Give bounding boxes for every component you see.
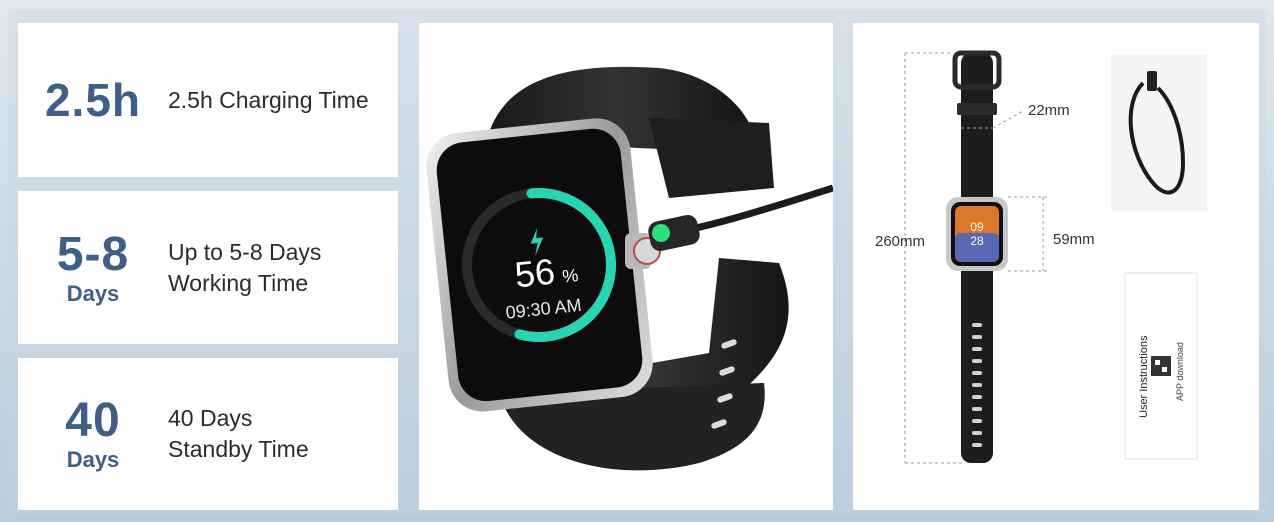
- usb-plug: [1147, 71, 1157, 91]
- strap-keeper: [957, 103, 997, 115]
- qr-code-cell: [1155, 360, 1160, 365]
- battery-percent: 56: [513, 251, 557, 296]
- stat-value: 40 Days: [18, 397, 168, 471]
- strap-width-label: 22mm: [1028, 102, 1070, 119]
- watch-illustration: 56 % 09:30 AM: [426, 66, 833, 471]
- stat-unit: Days: [66, 280, 120, 306]
- stat-card-charging: 2.5h 2.5h Charging Time: [18, 23, 398, 177]
- small-screen-hour: 09: [970, 220, 984, 234]
- stat-description: Up to 5-8 Days Working Time: [168, 238, 322, 296]
- stat-card-standby: 40 Days 40 Days Standby Time: [18, 358, 398, 510]
- stat-value: 2.5h: [18, 77, 168, 123]
- case-height-label: 59mm: [1053, 231, 1095, 248]
- stat-value: 5-8 Days: [18, 227, 168, 306]
- qr-code-cell: [1162, 367, 1167, 372]
- stat-number: 2.5h: [44, 74, 142, 126]
- stat-number: 40: [65, 394, 121, 447]
- watch-charging-image: 56 % 09:30 AM: [419, 23, 833, 510]
- percent-sign: %: [561, 265, 579, 287]
- manual-subtitle: APP download: [1175, 342, 1185, 401]
- charger-led: [652, 224, 670, 242]
- qr-code-icon: [1151, 356, 1171, 376]
- package-contents-panel: 09 28 22mm 260mm 59mm User Instructions …: [853, 23, 1259, 510]
- stat-description: 2.5h Charging Time: [168, 86, 369, 113]
- stat-description: 40 Days Standby Time: [168, 405, 309, 462]
- stat-number: 5-8: [56, 227, 130, 281]
- small-screen-minute: 28: [970, 234, 984, 248]
- dimension-diagram: 09 28 22mm 260mm 59mm User Instructions …: [875, 50, 1207, 464]
- stat-card-working: 5-8 Days Up to 5-8 Days Working Time: [18, 191, 398, 344]
- total-length-label: 260mm: [875, 233, 925, 250]
- stat-unit: Days: [66, 447, 120, 472]
- strap-loop: [649, 118, 774, 198]
- manual-title: User Instructions: [1138, 335, 1150, 418]
